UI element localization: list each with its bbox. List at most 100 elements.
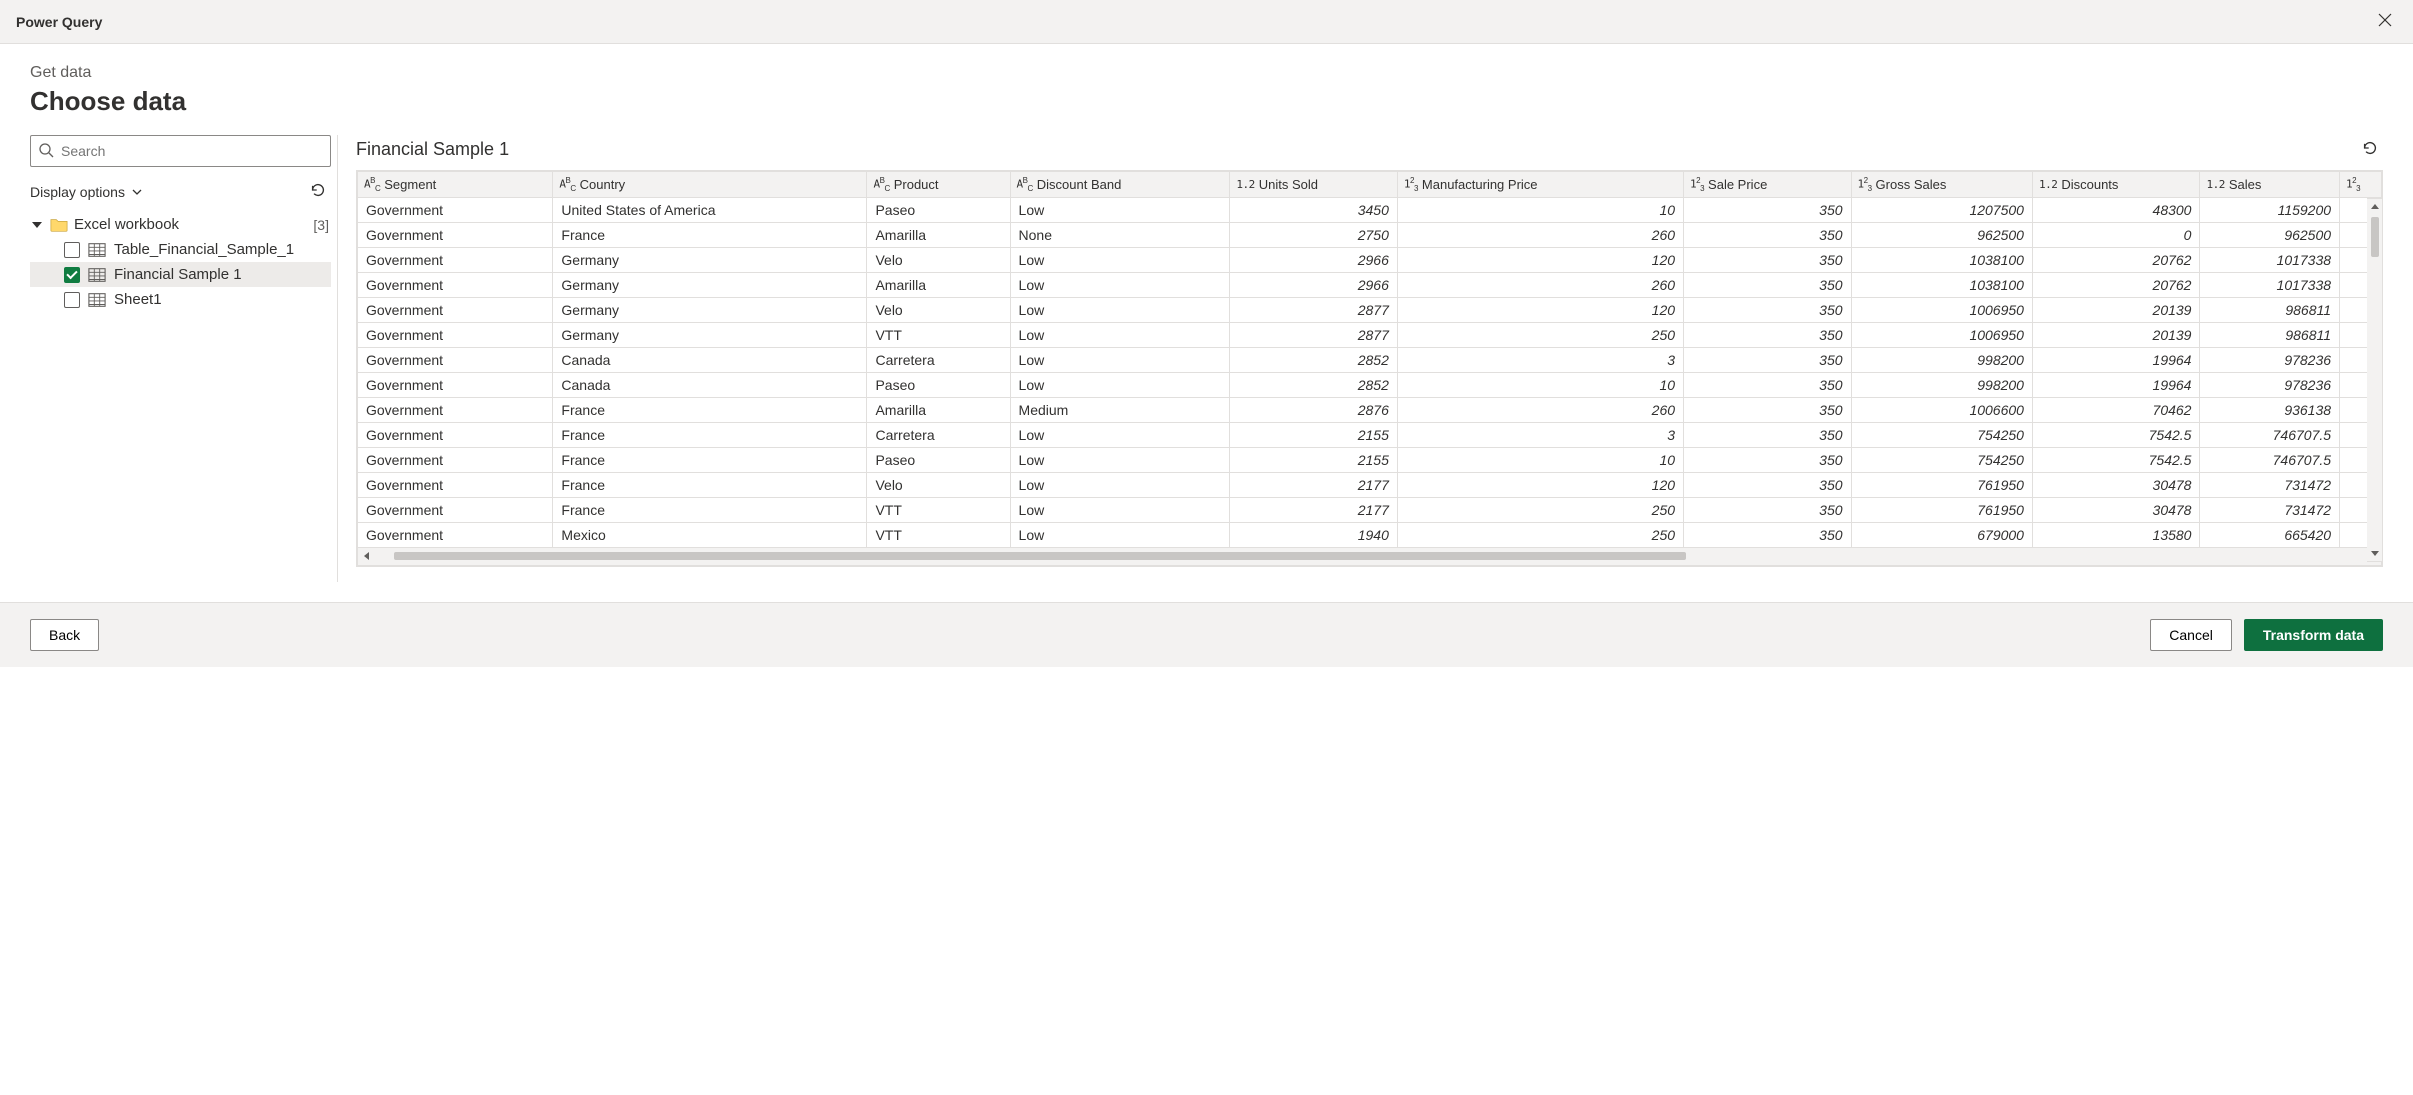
table-cell: 1207500 bbox=[1851, 197, 2032, 222]
table-cell: Government bbox=[358, 222, 553, 247]
table-cell: 962500 bbox=[2200, 222, 2340, 247]
number-type-icon: 123 bbox=[1404, 176, 1418, 193]
column-header[interactable]: 123Manufacturing Price bbox=[1397, 172, 1683, 198]
close-button[interactable] bbox=[2373, 8, 2397, 35]
scroll-thumb[interactable] bbox=[2371, 217, 2379, 257]
column-header[interactable]: ABCSegment bbox=[358, 172, 553, 198]
table-cell: 250 bbox=[1397, 322, 1683, 347]
refresh-preview-button[interactable] bbox=[2357, 135, 2383, 164]
table-cell: Carretera bbox=[867, 347, 1010, 372]
column-header[interactable]: 1.2 Discounts bbox=[2032, 172, 2200, 198]
table-cell: 260 bbox=[1397, 222, 1683, 247]
column-label: Product bbox=[894, 177, 939, 192]
preview-title: Financial Sample 1 bbox=[356, 139, 509, 160]
table-cell: 30478 bbox=[2032, 497, 2200, 522]
table-cell: 120 bbox=[1397, 472, 1683, 497]
table-row[interactable]: GovernmentFranceAmarillaMedium2876260350… bbox=[358, 397, 2382, 422]
scroll-down-icon[interactable] bbox=[2370, 548, 2380, 558]
column-header[interactable]: ABCDiscount Band bbox=[1010, 172, 1230, 198]
close-icon bbox=[2377, 12, 2393, 28]
table-cell: Canada bbox=[553, 372, 867, 397]
table-cell: 19964 bbox=[2032, 347, 2200, 372]
transform-data-button[interactable]: Transform data bbox=[2244, 619, 2383, 651]
table-row[interactable]: GovernmentFranceCarreteraLow215533507542… bbox=[358, 422, 2382, 447]
table-row[interactable]: GovernmentFrancePaseoLow2155103507542507… bbox=[358, 447, 2382, 472]
table-row[interactable]: GovernmentUnited States of AmericaPaseoL… bbox=[358, 197, 2382, 222]
table-row[interactable]: GovernmentGermanyVeloLow2966120350103810… bbox=[358, 247, 2382, 272]
table-cell: 746707.5 bbox=[2200, 447, 2340, 472]
column-header[interactable]: 123 bbox=[2340, 172, 2382, 198]
table-cell: Low bbox=[1010, 247, 1230, 272]
table-cell: Germany bbox=[553, 272, 867, 297]
table-row[interactable]: GovernmentGermanyAmarillaLow296626035010… bbox=[358, 272, 2382, 297]
vertical-scrollbar[interactable] bbox=[2367, 198, 2383, 562]
table-cell: 350 bbox=[1684, 197, 1852, 222]
table-cell: 20139 bbox=[2032, 297, 2200, 322]
table-cell: France bbox=[553, 497, 867, 522]
checkbox[interactable] bbox=[64, 267, 80, 283]
table-cell: 936138 bbox=[2200, 397, 2340, 422]
table-cell: 1017338 bbox=[2200, 272, 2340, 297]
table-cell: France bbox=[553, 422, 867, 447]
column-label: Discounts bbox=[2061, 177, 2118, 192]
table-cell: 761950 bbox=[1851, 472, 2032, 497]
table-cell: 350 bbox=[1684, 272, 1852, 297]
table-cell: 3 bbox=[1397, 422, 1683, 447]
table-cell: Paseo bbox=[867, 197, 1010, 222]
scroll-thumb[interactable] bbox=[394, 552, 1686, 560]
back-button[interactable]: Back bbox=[30, 619, 99, 651]
column-header[interactable]: 1.2Units Sold bbox=[1230, 172, 1398, 198]
table-cell: 1940 bbox=[1230, 522, 1398, 547]
table-cell: Low bbox=[1010, 197, 1230, 222]
column-label: Sale Price bbox=[1708, 177, 1767, 192]
checkbox[interactable] bbox=[64, 242, 80, 258]
tree-item[interactable]: Sheet1 bbox=[30, 287, 331, 312]
column-header[interactable]: 123Sale Price bbox=[1684, 172, 1852, 198]
column-header[interactable]: 1.2Sales bbox=[2200, 172, 2340, 198]
table-cell: Low bbox=[1010, 472, 1230, 497]
text-type-icon: ABC bbox=[559, 176, 575, 193]
table-row[interactable]: GovernmentMexicoVTTLow194025035067900013… bbox=[358, 522, 2382, 547]
window-title: Power Query bbox=[16, 14, 102, 30]
number-type-icon: 123 bbox=[2346, 176, 2360, 193]
table-cell: 746707.5 bbox=[2200, 422, 2340, 447]
table-cell: 350 bbox=[1684, 422, 1852, 447]
table-cell: Government bbox=[358, 347, 553, 372]
table-cell: 1038100 bbox=[1851, 247, 2032, 272]
table-cell: Government bbox=[358, 372, 553, 397]
search-input[interactable] bbox=[30, 135, 331, 167]
table-row[interactable]: GovernmentCanadaPaseoLow2852103509982001… bbox=[358, 372, 2382, 397]
table-cell: 2177 bbox=[1230, 472, 1398, 497]
preview-grid: ABCSegmentABCCountryABCProductABCDiscoun… bbox=[356, 170, 2383, 567]
table-row[interactable]: GovernmentFranceVTTLow217725035076195030… bbox=[358, 497, 2382, 522]
cancel-button[interactable]: Cancel bbox=[2150, 619, 2232, 651]
tree-folder-excel-workbook[interactable]: Excel workbook [3] bbox=[30, 212, 331, 237]
table-row[interactable]: GovernmentGermanyVTTLow28772503501006950… bbox=[358, 322, 2382, 347]
table-cell: 3450 bbox=[1230, 197, 1398, 222]
column-header[interactable]: ABCProduct bbox=[867, 172, 1010, 198]
tree-item-label: Table_Financial_Sample_1 bbox=[114, 241, 294, 258]
refresh-navigator-button[interactable] bbox=[305, 177, 331, 206]
scroll-up-icon[interactable] bbox=[2370, 202, 2380, 212]
tree-item[interactable]: Table_Financial_Sample_1 bbox=[30, 237, 331, 262]
table-cell: 13580 bbox=[2032, 522, 2200, 547]
column-header[interactable]: ABCCountry bbox=[553, 172, 867, 198]
table-cell: VTT bbox=[867, 497, 1010, 522]
table-cell: Government bbox=[358, 447, 553, 472]
checkbox[interactable] bbox=[64, 292, 80, 308]
table-cell: 350 bbox=[1684, 522, 1852, 547]
scroll-left-icon[interactable] bbox=[362, 551, 372, 561]
column-header[interactable]: 123Gross Sales bbox=[1851, 172, 2032, 198]
horizontal-scrollbar[interactable] bbox=[357, 548, 2382, 566]
table-cell: 260 bbox=[1397, 397, 1683, 422]
number-type-icon: 1.2 bbox=[2039, 178, 2057, 191]
table-row[interactable]: GovernmentFranceVeloLow21771203507619503… bbox=[358, 472, 2382, 497]
table-row[interactable]: GovernmentFranceAmarillaNone275026035096… bbox=[358, 222, 2382, 247]
table-cell: 978236 bbox=[2200, 372, 2340, 397]
display-options-dropdown[interactable]: Display options bbox=[30, 184, 143, 200]
table-cell: 978236 bbox=[2200, 347, 2340, 372]
table-row[interactable]: GovernmentGermanyVeloLow2877120350100695… bbox=[358, 297, 2382, 322]
table-cell: Low bbox=[1010, 272, 1230, 297]
table-row[interactable]: GovernmentCanadaCarreteraLow285233509982… bbox=[358, 347, 2382, 372]
tree-item[interactable]: Financial Sample 1 bbox=[30, 262, 331, 287]
